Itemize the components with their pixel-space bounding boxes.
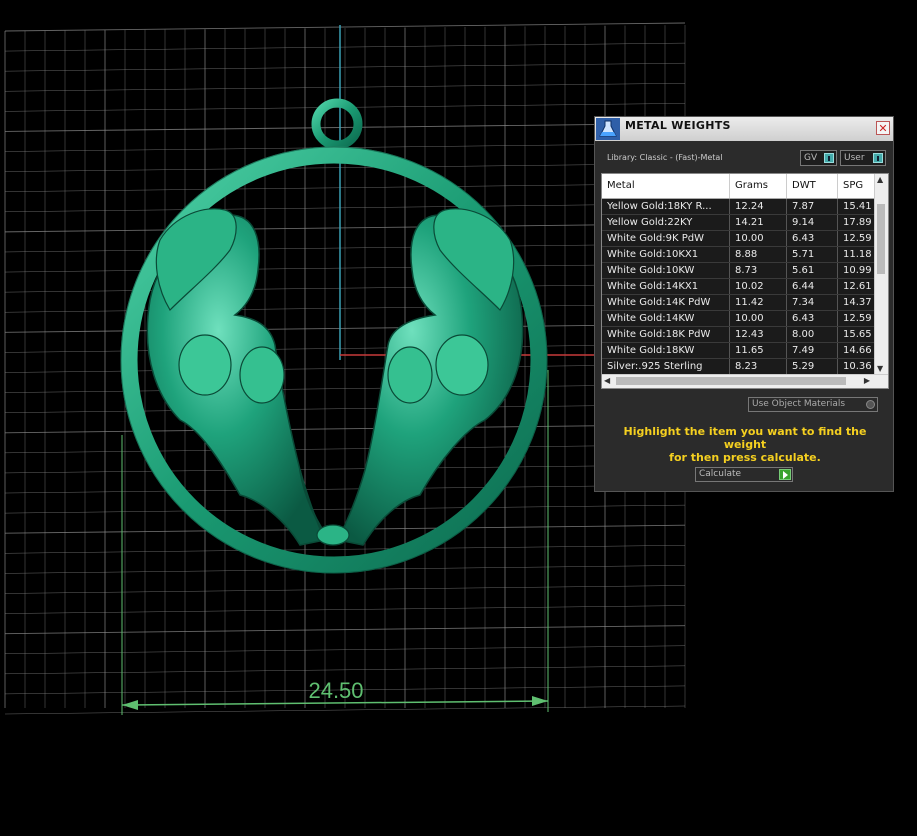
grams-cell: 12.24 <box>730 199 787 214</box>
dwt-cell: 5.61 <box>787 263 838 278</box>
scroll-up-icon[interactable]: ▲ <box>877 175 883 184</box>
table-row[interactable]: Yellow Gold:22KY 14.21 9.14 17.89 <box>602 215 876 231</box>
metal-cell: White Gold:9K PdW <box>602 231 730 246</box>
dwt-cell: 6.43 <box>787 311 838 326</box>
table-row[interactable]: Silver:.925 Sterling 8.23 5.29 10.36 <box>602 359 876 375</box>
user-label: User <box>844 153 865 163</box>
metal-cell: White Gold:10KW <box>602 263 730 278</box>
vertical-scrollbar[interactable]: ▲ ▼ <box>874 174 888 374</box>
library-label: Library: Classic - (Fast)-Metal <box>607 153 723 162</box>
gv-toggle[interactable]: GV <box>800 150 837 166</box>
instructions-text: Highlight the item you want to find the … <box>603 425 887 464</box>
metal-cell: White Gold:10KX1 <box>602 247 730 262</box>
metal-cell: Silver:.925 Sterling <box>602 359 730 374</box>
spg-cell: 12.61 <box>843 281 872 292</box>
use-object-materials-label: Use Object Materials <box>752 399 846 409</box>
spg-cell: 15.41 <box>843 201 872 212</box>
gv-label: GV <box>804 153 818 163</box>
spg-cell: 12.59 <box>843 233 872 244</box>
grams-cell: 8.23 <box>730 359 787 374</box>
scroll-down-icon[interactable]: ▼ <box>877 364 883 373</box>
table-row[interactable]: White Gold:10KW 8.73 5.61 10.99 <box>602 263 876 279</box>
scroll-thumb-horizontal[interactable] <box>616 377 846 385</box>
horizontal-scrollbar[interactable]: ◀ ▶ <box>602 374 888 388</box>
metal-cell: White Gold:18KW <box>602 343 730 358</box>
spg-cell: 14.37 <box>843 297 872 308</box>
metal-cell: Yellow Gold:18KY R... <box>602 199 730 214</box>
dwt-cell: 9.14 <box>787 215 838 230</box>
table-row[interactable]: White Gold:14K PdW 11.42 7.34 14.37 <box>602 295 876 311</box>
instructions-line-1: Highlight the item you want to find the … <box>623 425 867 451</box>
spg-cell: 14.66 <box>843 345 872 356</box>
metal-cell: White Gold:14KX1 <box>602 279 730 294</box>
close-button[interactable]: ✕ <box>876 121 890 135</box>
user-toggle[interactable]: User <box>840 150 886 166</box>
metal-weights-panel[interactable]: METAL WEIGHTS ✕ Library: Classic - (Fast… <box>594 116 894 492</box>
panel-title: METAL WEIGHTS <box>625 119 731 132</box>
dwt-cell: 8.00 <box>787 327 838 342</box>
grams-cell: 11.65 <box>730 343 787 358</box>
grams-cell: 10.00 <box>730 311 787 326</box>
table-row[interactable]: White Gold:10KX1 8.88 5.71 11.18 <box>602 247 876 263</box>
construction-grid <box>4 22 686 715</box>
calculate-button[interactable]: Calculate <box>695 467 793 482</box>
metal-cell: White Gold:14K PdW <box>602 295 730 310</box>
grams-cell: 14.21 <box>730 215 787 230</box>
spg-cell: 10.99 <box>843 265 872 276</box>
panel-title-bar[interactable]: METAL WEIGHTS ✕ <box>595 117 893 141</box>
table-header: Metal Grams DWT SPG <box>602 174 876 199</box>
flask-logo-icon <box>596 118 620 140</box>
grams-cell: 10.02 <box>730 279 787 294</box>
spg-cell: 17.89 <box>843 217 872 228</box>
spg-cell: 10.36 <box>843 361 872 372</box>
grams-cell: 11.42 <box>730 295 787 310</box>
pendant-bail <box>311 98 363 150</box>
table-row[interactable]: White Gold:14KX1 10.02 6.44 12.61 <box>602 279 876 295</box>
dwt-cell: 5.29 <box>787 359 838 374</box>
dwt-cell: 5.71 <box>787 247 838 262</box>
column-header-metal[interactable]: Metal <box>602 174 730 198</box>
calculate-label: Calculate <box>699 469 742 479</box>
grams-cell: 10.00 <box>730 231 787 246</box>
dwt-cell: 7.34 <box>787 295 838 310</box>
use-object-materials-toggle[interactable]: Use Object Materials <box>748 397 878 412</box>
scroll-right-icon[interactable]: ▶ <box>864 376 870 385</box>
grams-cell: 12.43 <box>730 327 787 342</box>
toggle-knob-icon <box>824 153 834 163</box>
metal-table[interactable]: Metal Grams DWT SPG Yellow Gold:18KY R..… <box>601 173 889 389</box>
toggle-knob-icon <box>873 153 883 163</box>
dwt-cell: 6.44 <box>787 279 838 294</box>
table-row[interactable]: Yellow Gold:18KY R... 12.24 7.87 15.41 <box>602 199 876 215</box>
grams-cell: 8.73 <box>730 263 787 278</box>
spg-cell: 12.59 <box>843 313 872 324</box>
table-row[interactable]: White Gold:18KW 11.65 7.49 14.66 <box>602 343 876 359</box>
grams-cell: 8.88 <box>730 247 787 262</box>
dwt-cell: 6.43 <box>787 231 838 246</box>
scroll-thumb[interactable] <box>877 204 885 274</box>
table-body: Yellow Gold:18KY R... 12.24 7.87 15.41 Yello… <box>602 199 876 375</box>
close-icon: ✕ <box>878 122 888 135</box>
spg-cell: 15.65 <box>843 329 872 340</box>
column-header-grams[interactable]: Grams <box>730 174 787 198</box>
table-row[interactable]: White Gold:14KW 10.00 6.43 12.59 <box>602 311 876 327</box>
spg-cell: 11.18 <box>843 249 872 260</box>
dwt-cell: 7.87 <box>787 199 838 214</box>
metal-cell: Yellow Gold:22KY <box>602 215 730 230</box>
metal-cell: White Gold:18K PdW <box>602 327 730 342</box>
table-row[interactable]: White Gold:9K PdW 10.00 6.43 12.59 <box>602 231 876 247</box>
column-header-dwt[interactable]: DWT <box>787 174 838 198</box>
radio-circle-icon <box>866 400 875 409</box>
play-arrow-icon <box>779 469 791 480</box>
metal-cell: White Gold:14KW <box>602 311 730 326</box>
dimension-label: 24.50 <box>308 678 363 703</box>
column-header-spg[interactable]: SPG <box>838 174 876 198</box>
dwt-cell: 7.49 <box>787 343 838 358</box>
table-row[interactable]: White Gold:18K PdW 12.43 8.00 15.65 <box>602 327 876 343</box>
instructions-line-2: for then press calculate. <box>669 451 821 464</box>
scroll-left-icon[interactable]: ◀ <box>604 376 610 385</box>
